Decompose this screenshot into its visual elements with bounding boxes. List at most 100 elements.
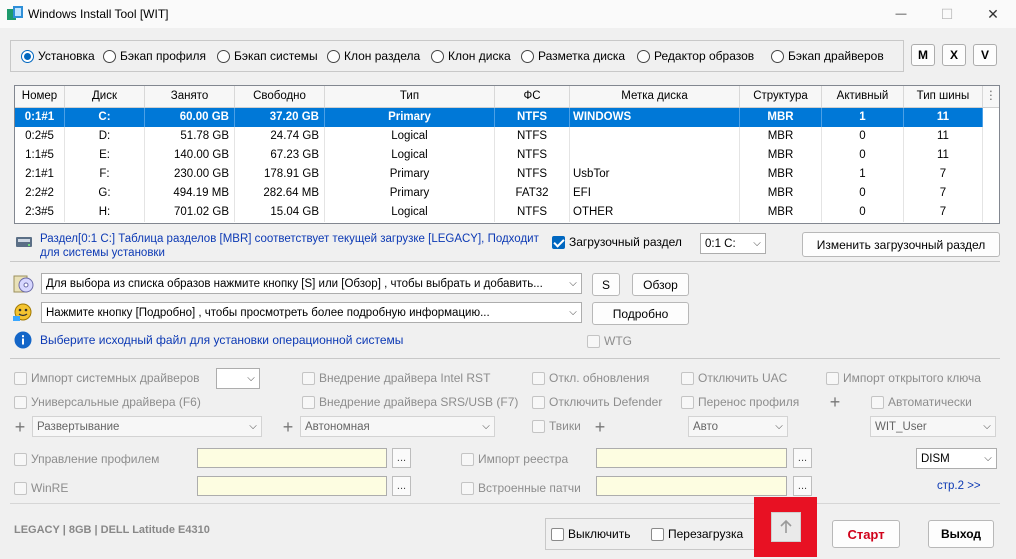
driver-select[interactable]: ⌵ [216, 368, 260, 389]
close-button[interactable]: ✕ [970, 0, 1016, 28]
import-key-checkbox[interactable]: Импорт открытого ключа [826, 371, 981, 385]
column-header[interactable]: ФС [495, 86, 570, 107]
checkbox-label: Универсальные драйвера (F6) [31, 395, 201, 409]
browse-button[interactable]: Обзор [632, 273, 689, 296]
arrow-up-icon [770, 512, 801, 542]
mode-profile-backup-radio[interactable]: Бэкап профиля [103, 48, 206, 64]
table-cell: E: [65, 146, 145, 165]
deploy-select[interactable]: Развертывание ⌵ [32, 416, 262, 437]
column-header[interactable]: Занято [145, 86, 235, 107]
table-cell: MBR [740, 203, 822, 222]
plus-icon[interactable]: + [281, 418, 295, 436]
column-header[interactable]: Номер [15, 86, 65, 107]
v-button[interactable]: V [973, 44, 997, 66]
table-cell: 0 [822, 127, 904, 146]
details-button[interactable]: Подробно [592, 302, 689, 325]
table-row[interactable]: 0:1#1 C: 60.00 GB 37.20 GB Primary NTFS WINDOW… [15, 108, 983, 127]
x-button[interactable]: X [942, 44, 966, 66]
change-boot-partition-button[interactable]: Изменить загрузочный раздел [802, 232, 1000, 257]
disable-updates-checkbox[interactable]: Откл. обновления [532, 371, 649, 385]
image-select[interactable]: Для выбора из списка образов нажмите кно… [41, 273, 582, 294]
table-row[interactable]: 2:3#5 H: 701.02 GB 15.04 GB Logical NTFS OTHER… [15, 203, 983, 222]
page-2-link[interactable]: стр.2 >> [937, 480, 981, 492]
table-cell: 282.64 MB [235, 184, 325, 203]
winre-checkbox[interactable]: WinRE [14, 481, 68, 495]
column-header[interactable]: Свободно [235, 86, 325, 107]
plus-icon[interactable]: + [13, 418, 27, 436]
table-cell: 0 [822, 146, 904, 165]
mode-driver-backup-radio[interactable]: Бэкап драйверов [771, 48, 884, 64]
disable-uac-checkbox[interactable]: Отключить UAC [681, 371, 787, 385]
app-logo-icon [7, 6, 23, 21]
tweaks-checkbox[interactable]: Твики [532, 419, 581, 433]
patches-path-input[interactable] [596, 476, 787, 496]
shutdown-checkbox[interactable]: Выключить [551, 527, 630, 541]
patches-browse-button[interactable]: ... [793, 476, 812, 496]
winre-path-input[interactable] [197, 476, 387, 496]
column-header[interactable]: Диск [65, 86, 145, 107]
builtin-patches-checkbox[interactable]: Встроенные патчи [461, 481, 581, 495]
partition-table[interactable]: Номер Диск Занято Свободно Тип ФС Метка … [14, 85, 1000, 224]
exit-button[interactable]: Выход [928, 520, 994, 548]
auto-checkbox[interactable]: Автоматически [871, 395, 972, 409]
mode-system-backup-radio[interactable]: Бэкап системы [217, 48, 318, 64]
user-select[interactable]: WIT_User ⌵ [870, 416, 996, 437]
disable-defender-checkbox[interactable]: Отключить Defender [532, 395, 662, 409]
select-value: Нажмите кнопку [Подробно] , чтобы просмо… [46, 306, 490, 319]
intel-rst-checkbox[interactable]: Внедрение драйвера Intel RST [302, 371, 490, 385]
import-drivers-checkbox[interactable]: Импорт системных драйверов [14, 371, 200, 385]
mode-install-radio[interactable]: Установка [21, 48, 95, 64]
table-cell: 1 [822, 165, 904, 184]
auto-select[interactable]: Авто ⌵ [688, 416, 788, 437]
universal-drivers-checkbox[interactable]: Универсальные драйвера (F6) [14, 395, 201, 409]
boot-partition-checkbox[interactable]: Загрузочный раздел [552, 235, 682, 249]
table-cell: MBR [740, 165, 822, 184]
column-header[interactable]: Метка диска [570, 86, 740, 107]
registry-path-input[interactable] [596, 448, 787, 468]
standalone-select[interactable]: Автономная ⌵ [300, 416, 495, 437]
reboot-checkbox[interactable]: Перезагрузка [651, 527, 743, 541]
scroll-up-button[interactable] [754, 497, 817, 557]
srs-usb-checkbox[interactable]: Внедрение драйвера SRS/USB (F7) [302, 395, 518, 409]
plus-icon[interactable]: + [828, 393, 842, 411]
registry-browse-button[interactable]: ... [793, 448, 812, 468]
registry-import-checkbox[interactable]: Импорт реестра [461, 452, 568, 466]
table-row[interactable]: 1:1#5 E: 140.00 GB 67.23 GB Logical NTFS MBR 0 1… [15, 146, 983, 165]
start-button[interactable]: Старт [832, 520, 900, 548]
profile-browse-button[interactable]: ... [392, 448, 411, 468]
mode-image-editor-radio[interactable]: Редактор образов [637, 48, 754, 64]
checkbox-label: WTG [604, 334, 632, 348]
profile-path-input[interactable] [197, 448, 387, 468]
details-select[interactable]: Нажмите кнопку [Подробно] , чтобы просмо… [41, 302, 582, 323]
checkbox-label: Внедрение драйвера Intel RST [319, 371, 491, 385]
table-cell: 37.20 GB [235, 108, 325, 127]
profile-manage-checkbox[interactable]: Управление профилем [14, 452, 159, 466]
table-row[interactable]: 0:2#5 D: 51.78 GB 24.74 GB Logical NTFS MBR 0 11 [15, 127, 983, 146]
mode-partition-clone-radio[interactable]: Клон раздела [327, 48, 420, 64]
column-header[interactable]: Тип шины [904, 86, 983, 107]
m-button[interactable]: M [911, 44, 935, 66]
wtg-checkbox[interactable]: WTG [587, 334, 632, 348]
table-row[interactable]: 2:2#2 G: 494.19 MB 282.64 MB Primary FAT32 EFI… [15, 184, 983, 203]
checkbox-label: WinRE [31, 481, 69, 495]
column-header[interactable]: Активный [822, 86, 904, 107]
minimize-button[interactable]: — [878, 0, 924, 28]
winre-browse-button[interactable]: ... [392, 476, 411, 496]
select-value: Авто [693, 420, 719, 433]
column-header[interactable]: Тип [325, 86, 495, 107]
boot-partition-select[interactable]: 0:1 C: ⌵ [700, 233, 766, 254]
mode-disk-clone-radio[interactable]: Клон диска [431, 48, 511, 64]
table-row[interactable]: 2:1#1 F: 230.00 GB 178.91 GB Primary NTFS UsbT… [15, 165, 983, 184]
profile-move-checkbox[interactable]: Перенос профиля [681, 395, 799, 409]
mode-disk-partitioning-radio[interactable]: Разметка диска [521, 48, 625, 64]
checkbox-box [14, 452, 27, 466]
checkbox-box [461, 481, 474, 495]
dism-select[interactable]: DISM ⌵ [916, 448, 997, 469]
table-cell: EFI [570, 184, 740, 203]
table-cell: D: [65, 127, 145, 146]
column-chooser-icon[interactable]: ⋮ [983, 86, 999, 107]
column-header[interactable]: Структура [740, 86, 822, 107]
plus-icon[interactable]: + [593, 418, 607, 436]
maximize-button[interactable]: ☐ [924, 0, 970, 28]
s-button[interactable]: S [592, 273, 620, 296]
